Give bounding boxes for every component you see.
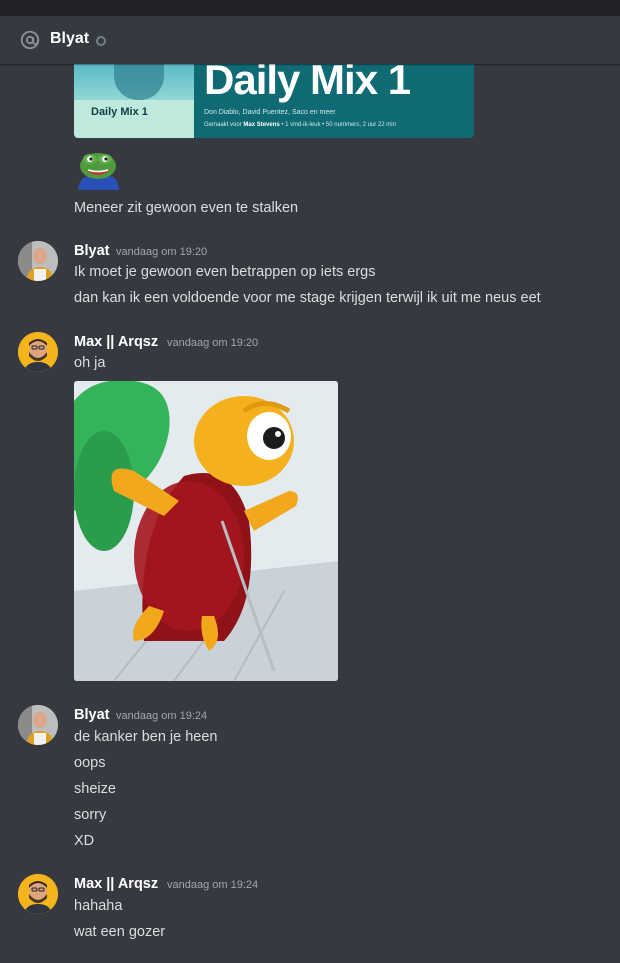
message-author[interactable]: Blyat xyxy=(74,243,109,259)
message-timestamp: vandaag om 19:24 xyxy=(167,879,259,891)
avatar[interactable] xyxy=(18,705,58,745)
message-text: hahaha xyxy=(74,898,123,914)
message-text: wat een gozer xyxy=(74,924,166,940)
message-text: Meneer zit gewoon even te stalken xyxy=(74,200,299,216)
embed-meta: Gemaakt voor Max Stevens • 1 vind-ik-leu… xyxy=(204,122,396,128)
window-top-bar xyxy=(0,0,620,16)
message-text: de kanker ben je heen xyxy=(74,729,218,745)
channel-title: Blyat xyxy=(50,30,90,47)
message-timestamp: vandaag om 19:24 xyxy=(116,710,208,722)
message-list[interactable]: Daily Mix 1 Daily Mix 1 Don Diablo, Davi… xyxy=(0,64,620,963)
avatar[interactable] xyxy=(18,874,58,914)
message-text: XD xyxy=(74,833,95,849)
spotify-embed[interactable]: Daily Mix 1 Daily Mix 1 Don Diablo, Davi… xyxy=(74,64,474,138)
embed-artists: Don Diablo, David Puentez, Saco en meer xyxy=(204,109,336,116)
message-author[interactable]: Max || Arqsz xyxy=(74,334,158,350)
message-timestamp: vandaag om 19:20 xyxy=(116,246,208,258)
message-timestamp: vandaag om 19:20 xyxy=(167,337,259,349)
at-icon xyxy=(20,30,40,50)
cover-label: Daily Mix 1 xyxy=(91,106,148,118)
message-text: sorry xyxy=(74,807,107,823)
embed-title: Daily Mix 1 xyxy=(204,64,411,103)
message-author[interactable]: Max || Arqsz xyxy=(74,876,158,892)
message-text: Ik moet je gewoon even betrappen op iets… xyxy=(74,264,376,280)
avatar[interactable] xyxy=(18,332,58,372)
channel-header: Blyat xyxy=(0,16,620,64)
gif-attachment[interactable] xyxy=(74,381,338,681)
message-text: dan kan ik een voldoende voor me stage k… xyxy=(74,290,541,306)
message-text: oh ja xyxy=(74,355,106,371)
message-text: oops xyxy=(74,755,106,771)
pepe-emoji[interactable] xyxy=(74,146,122,194)
avatar[interactable] xyxy=(18,241,58,281)
offline-status-icon xyxy=(96,36,106,46)
message-text: sheize xyxy=(74,781,116,797)
playlist-cover: Daily Mix 1 xyxy=(74,64,194,138)
message-author[interactable]: Blyat xyxy=(74,707,109,723)
